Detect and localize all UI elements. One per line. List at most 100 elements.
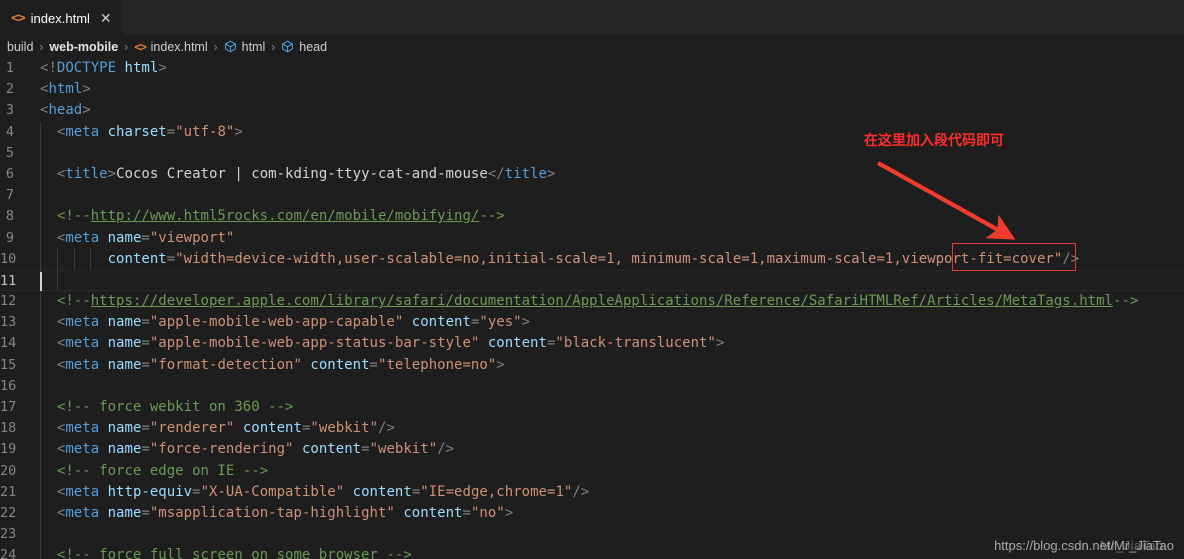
code-token: -->	[1113, 293, 1139, 310]
code-line[interactable]: 3 <head>	[0, 100, 1184, 121]
code-token: Cocos Creator | com-kding-ttyy-cat-and-m…	[116, 165, 488, 182]
line-number: 2	[5, 81, 14, 98]
code-token: </	[487, 165, 505, 182]
breadcrumb-item-html[interactable]: html	[221, 40, 269, 54]
code-token: =	[411, 483, 421, 500]
line-number: 21	[0, 483, 17, 500]
code-line[interactable]: 11	[0, 269, 1184, 292]
code-token: meta	[65, 123, 100, 140]
code-token: >	[546, 165, 556, 182]
code-token: <	[40, 123, 66, 140]
code-line[interactable]: 15 <meta name="format-detection" content…	[0, 354, 1184, 376]
code-line[interactable]: 22 <meta name="msapplication-tap-highlig…	[0, 502, 1184, 525]
code-line[interactable]: 4 <meta charset="utf-8">	[0, 121, 1184, 143]
line-number: 4	[5, 123, 14, 140]
breadcrumb-item-build[interactable]: build	[4, 40, 36, 54]
code-token: "yes"	[479, 314, 522, 331]
code-token: >	[234, 123, 243, 140]
code-token: content	[403, 504, 463, 521]
code-line-text: <meta charset="utf-8">	[40, 121, 1184, 143]
code-line-text: <!-- force webkit on 360 -->	[40, 397, 1184, 419]
code-token: />	[437, 441, 455, 458]
code-line[interactable]: 10 content="width=device-width,user-scal…	[0, 248, 1184, 270]
code-token: =	[141, 356, 150, 373]
code-token: content	[411, 314, 471, 331]
code-token: html	[48, 81, 83, 98]
code-line-text: content="width=device-width,user-scalabl…	[40, 248, 1184, 270]
symbol-cube-icon	[224, 40, 237, 53]
line-number: 1	[5, 60, 14, 76]
code-line[interactable]: 17 <!-- force webkit on 360 -->	[0, 397, 1184, 419]
code-token: >	[521, 314, 531, 331]
code-token: name	[107, 314, 142, 331]
code-token: "apple-mobile-web-app-capable"	[149, 314, 404, 331]
code-token: =	[141, 229, 150, 246]
line-number: 12	[0, 293, 17, 310]
code-token: />	[1062, 250, 1080, 267]
code-token: https://developer.apple.com/library/safa…	[90, 293, 1113, 310]
breadcrumb-item-index-html[interactable]: <> index.html	[131, 40, 210, 54]
line-number: 22	[0, 504, 17, 521]
code-icon: <>	[134, 39, 147, 54]
code-token: "X-UA-Compatible"	[200, 483, 345, 500]
code-token: <!--	[40, 293, 91, 310]
code-line[interactable]: 2 <html>	[0, 79, 1184, 100]
annotation-note-text: 在这里加入段代码即可	[864, 133, 1004, 149]
code-token: html	[124, 60, 159, 76]
code-line[interactable]: 18 <meta name="renderer" content="webkit…	[0, 418, 1184, 440]
code-token: name	[107, 356, 142, 373]
code-line[interactable]: 13 <meta name="apple-mobile-web-app-capa…	[0, 312, 1184, 334]
code-token: content	[487, 335, 547, 352]
code-line-text	[40, 375, 1184, 397]
code-token: <	[40, 441, 66, 458]
code-token: <	[40, 165, 66, 182]
code-line[interactable]: 1 <!DOCTYPE html>	[0, 58, 1184, 79]
line-number: 15	[0, 356, 17, 373]
code-line-text: <meta name="apple-mobile-web-app-capable…	[40, 312, 1184, 334]
code-token: <	[40, 420, 66, 437]
indent-guide	[40, 397, 41, 419]
code-token: name	[107, 229, 142, 246]
line-number: 16	[0, 377, 17, 394]
code-token: =	[166, 250, 176, 267]
code-line[interactable]: 14 <meta name="apple-mobile-web-app-stat…	[0, 333, 1184, 355]
line-number: 8	[5, 208, 14, 225]
code-token: =	[141, 504, 150, 521]
breadcrumb-item-web-mobile[interactable]: web-mobile	[46, 40, 121, 54]
line-number: 20	[0, 462, 17, 479]
close-icon[interactable]: ✕	[100, 11, 112, 25]
code-token: >	[107, 165, 117, 182]
code-line[interactable]: 5	[0, 142, 1184, 164]
code-token: meta	[65, 314, 100, 331]
indent-guide	[40, 375, 41, 397]
code-line[interactable]: 8 <!--http://www.html5rocks.com/en/mobil…	[0, 206, 1184, 228]
code-line[interactable]: 7	[0, 185, 1184, 207]
code-line[interactable]: 20 <!-- force edge on IE -->	[0, 460, 1184, 482]
code-token: content	[301, 441, 362, 458]
code-line[interactable]: 12 <!--https://developer.apple.com/libra…	[0, 291, 1184, 313]
code-line[interactable]: 19 <meta name="force-rendering" content=…	[0, 439, 1184, 461]
html-file-icon: <>	[11, 10, 26, 26]
code-line[interactable]: 21 <meta http-equiv="X-UA-Compatible" co…	[0, 481, 1184, 503]
code-line[interactable]: 16	[0, 375, 1184, 397]
code-line[interactable]: 6 <title>Cocos Creator | com-kding-ttyy-…	[0, 163, 1184, 186]
code-token: =	[141, 420, 150, 437]
tab-index-html[interactable]: <> index.html ✕	[0, 0, 122, 35]
breadcrumb-label: index.html	[150, 39, 208, 54]
code-token: "no"	[470, 504, 505, 521]
code-line[interactable]: 9 <meta name="viewport"	[0, 227, 1184, 249]
line-number: 24	[0, 547, 17, 559]
code-token: =	[192, 483, 201, 500]
breadcrumb-label: head	[299, 39, 328, 54]
code-token: head	[48, 102, 83, 119]
code-editor-area[interactable]: 1 <!DOCTYPE html> 2 <html> 3 <head> 4 <meta ch…	[0, 58, 1184, 559]
code-token: <	[40, 356, 66, 373]
watermark: https://blog.csdn.net/Mr_JiaTao Mr_JiaTa…	[994, 538, 1174, 553]
line-number: 10	[0, 250, 17, 267]
indent-guide	[40, 163, 41, 186]
code-line-text: <meta http-equiv="X-UA-Compatible" conte…	[40, 481, 1184, 503]
breadcrumb-item-head[interactable]: head	[278, 40, 330, 54]
